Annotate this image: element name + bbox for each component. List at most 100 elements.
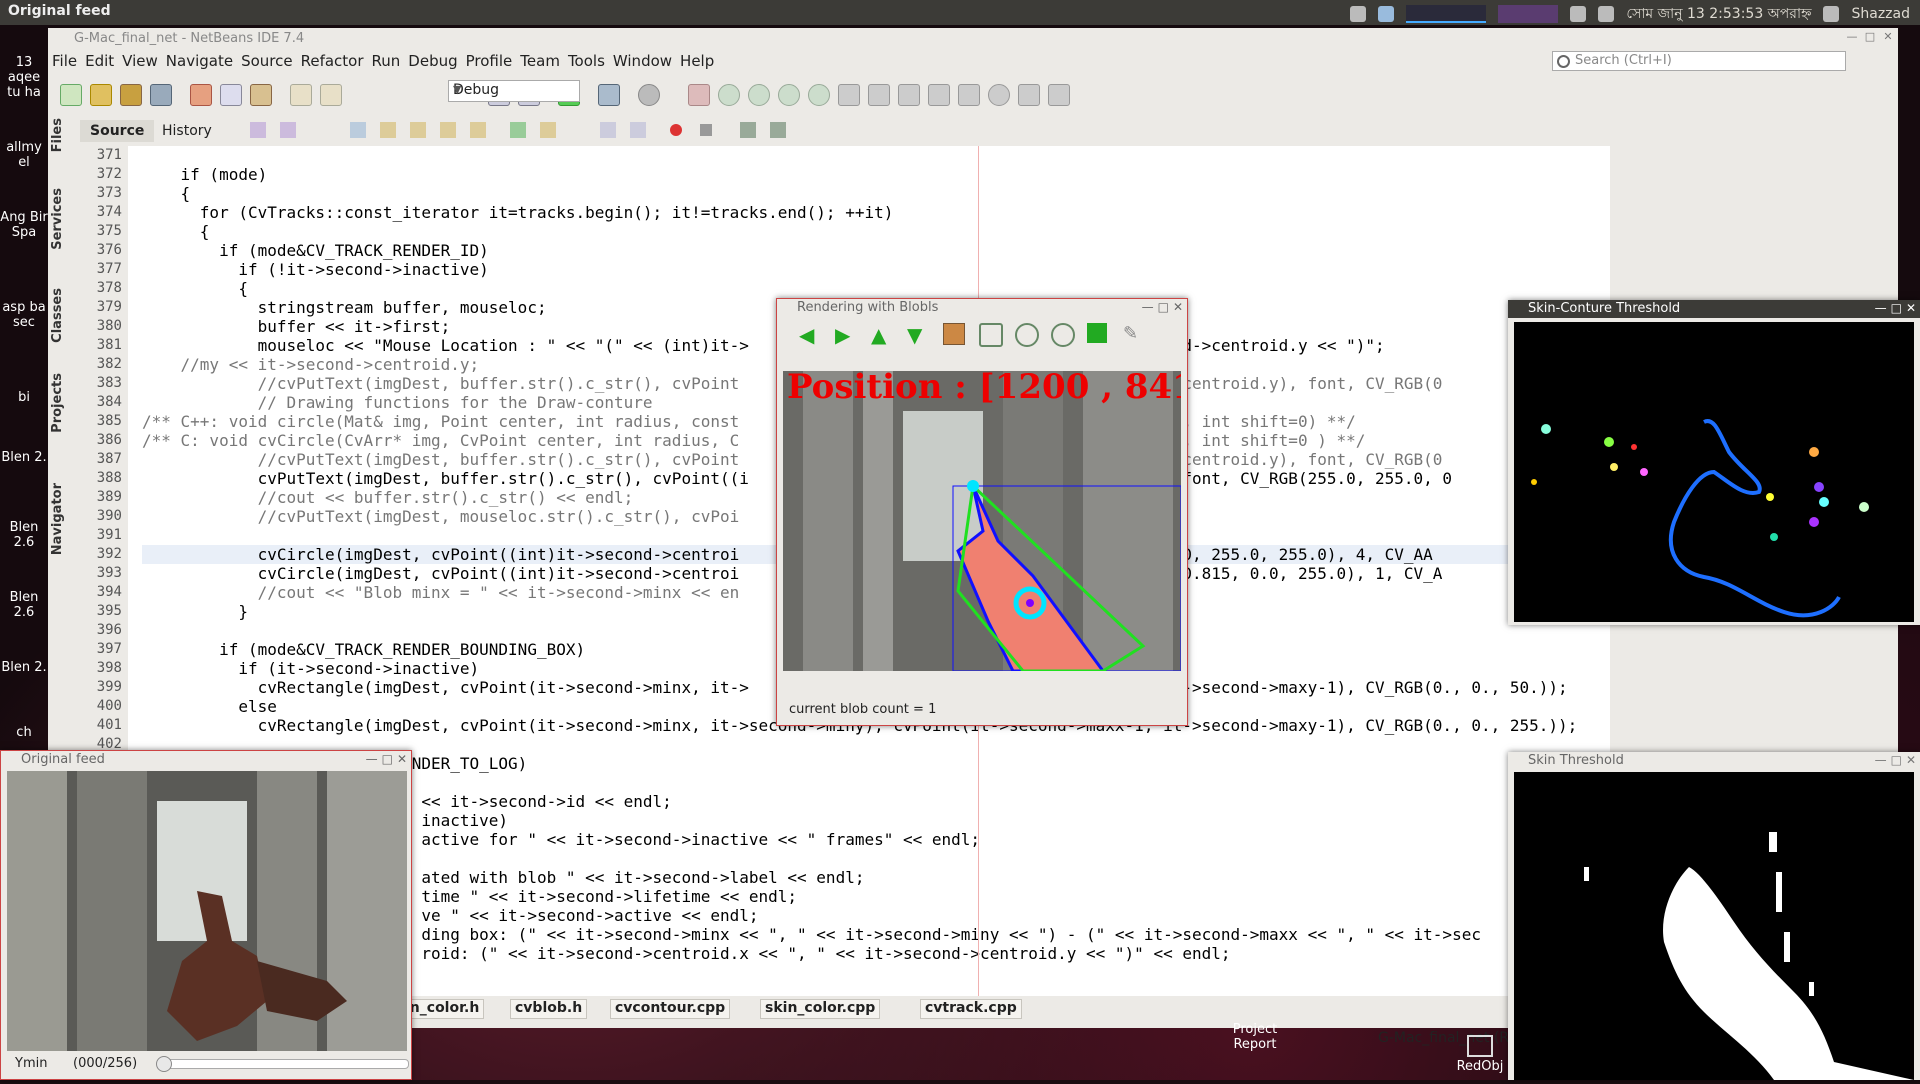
record-macro-icon[interactable] xyxy=(670,124,682,136)
tab-history[interactable]: History xyxy=(152,120,222,142)
redo-icon[interactable] xyxy=(320,84,342,106)
launcher-label[interactable]: Blen 2. xyxy=(0,660,48,675)
undo-icon[interactable] xyxy=(290,84,312,106)
toggle-bookmark-icon[interactable] xyxy=(470,122,486,138)
zoom-out-icon[interactable] xyxy=(1051,323,1075,347)
continue-icon[interactable] xyxy=(748,84,770,106)
render-titlebar[interactable]: Rendering with Blobls — □ ✕ xyxy=(777,299,1187,317)
maximize-icon[interactable]: □ xyxy=(1864,31,1876,43)
minimize-icon[interactable]: — xyxy=(366,752,378,766)
maximize-icon[interactable]: □ xyxy=(382,752,393,766)
code-line[interactable]: if (mode) xyxy=(142,165,1577,184)
menu-view[interactable]: View xyxy=(118,50,162,72)
step-out-icon[interactable] xyxy=(838,84,860,106)
desktop-item-redobj[interactable]: RedObj xyxy=(1450,1035,1510,1074)
user-name[interactable]: Shazzad xyxy=(1851,6,1910,22)
code-line[interactable]: { xyxy=(142,279,1577,298)
launcher-label[interactable]: allmy el xyxy=(0,140,48,170)
skin-contour-titlebar[interactable]: Skin-Conture Threshold — □ ✕ xyxy=(1508,300,1920,318)
minimize-icon[interactable]: — xyxy=(1142,300,1154,314)
stop-macro-icon[interactable] xyxy=(700,124,712,136)
arrow-right-icon[interactable]: ▶ xyxy=(835,323,855,347)
uncomment-icon[interactable] xyxy=(770,122,786,138)
save-icon[interactable] xyxy=(1087,323,1107,343)
slider-handle[interactable] xyxy=(156,1056,172,1072)
toggle-highlight-icon[interactable] xyxy=(440,122,456,138)
menu-refactor[interactable]: Refactor xyxy=(297,50,368,72)
shift-left-icon[interactable] xyxy=(600,122,616,138)
minimize-icon[interactable]: — xyxy=(1875,301,1887,315)
shift-right-icon[interactable] xyxy=(630,122,646,138)
maximize-icon[interactable]: □ xyxy=(1158,300,1169,314)
file-tab[interactable]: cvtrack.cpp xyxy=(920,999,1022,1019)
launcher-label[interactable]: 13 aqee tu ha xyxy=(0,55,48,100)
stop-icon[interactable] xyxy=(688,84,710,106)
run-to-cursor-icon[interactable] xyxy=(868,84,890,106)
launcher-label[interactable]: Ang Bir Spa xyxy=(0,210,48,240)
code-line[interactable]: if (!it->second->inactive) xyxy=(142,260,1577,279)
memory-graph-icon[interactable] xyxy=(1498,5,1559,23)
desktop-item-report[interactable]: Project Report xyxy=(1220,1022,1290,1052)
minimize-icon[interactable]: — xyxy=(1846,31,1858,43)
paste-icon[interactable] xyxy=(250,84,272,106)
minimize-icon[interactable]: — xyxy=(1875,753,1887,767)
find-icon[interactable] xyxy=(350,122,366,138)
launcher-label[interactable]: Blen 2.6 xyxy=(0,520,48,550)
close-icon[interactable]: ✕ xyxy=(1882,31,1894,43)
menu-help[interactable]: Help xyxy=(676,50,718,72)
launcher-label[interactable]: Blen 2. xyxy=(0,450,48,465)
file-tab[interactable]: cvblob.h xyxy=(510,999,588,1019)
user-icon[interactable] xyxy=(1823,6,1840,22)
apply-changes-icon[interactable] xyxy=(898,84,920,106)
search-input[interactable]: Search (Ctrl+I) xyxy=(1552,51,1846,71)
original-feed-titlebar[interactable]: Original feed — □ ✕ xyxy=(1,751,411,769)
profile-icon[interactable] xyxy=(638,84,660,106)
launcher-label[interactable]: bi xyxy=(0,390,48,405)
memory-icon[interactable] xyxy=(958,84,980,106)
new-project-icon[interactable] xyxy=(90,84,112,106)
menu-window[interactable]: Window xyxy=(609,50,676,72)
threads-icon[interactable] xyxy=(988,84,1010,106)
menu-source[interactable]: Source xyxy=(237,50,297,72)
menu-file[interactable]: File xyxy=(48,50,81,72)
sessions-icon[interactable] xyxy=(1018,84,1040,106)
step-into-icon[interactable] xyxy=(808,84,830,106)
clock[interactable]: সোম জানু 13 2:53:53 অপরাহ্ন xyxy=(1626,2,1811,26)
ymin-slider[interactable] xyxy=(156,1056,409,1072)
find-previous-icon[interactable] xyxy=(380,122,396,138)
comment-icon[interactable] xyxy=(740,122,756,138)
launcher-label[interactable]: asp ba sec xyxy=(0,300,48,330)
close-icon[interactable]: ✕ xyxy=(1906,301,1916,315)
code-line[interactable]: if (mode&CV_TRACK_RENDER_ID) xyxy=(142,241,1577,260)
file-tab[interactable]: skin_color.cpp xyxy=(760,999,881,1019)
menu-edit[interactable]: Edit xyxy=(81,50,118,72)
take-snapshot-icon[interactable] xyxy=(928,84,950,106)
maximize-icon[interactable]: □ xyxy=(1891,301,1902,315)
menu-team[interactable]: Team xyxy=(516,50,564,72)
launcher-label[interactable]: Blen 2.6 xyxy=(0,590,48,620)
file-tab[interactable]: cvcontour.cpp xyxy=(610,999,731,1019)
debug-run-icon[interactable] xyxy=(598,84,620,106)
open-project-icon[interactable] xyxy=(120,84,142,106)
volume-icon[interactable] xyxy=(1598,6,1615,22)
tab-navigator[interactable]: Navigator xyxy=(50,483,65,555)
tab-services[interactable]: Services xyxy=(50,188,65,250)
save-all-icon[interactable] xyxy=(150,84,172,106)
code-line[interactable]: { xyxy=(142,184,1577,203)
image-icon[interactable] xyxy=(943,323,965,345)
close-icon[interactable]: ✕ xyxy=(1173,300,1183,314)
tab-files[interactable]: Files xyxy=(50,118,65,152)
tab-classes[interactable]: Classes xyxy=(50,288,65,343)
menu-run[interactable]: Run xyxy=(368,50,405,72)
step-over-icon[interactable] xyxy=(778,84,800,106)
arrow-down-icon[interactable]: ▼ xyxy=(907,323,927,347)
code-line[interactable] xyxy=(142,146,1577,165)
copy-icon[interactable] xyxy=(220,84,242,106)
skin-threshold-titlebar[interactable]: Skin Threshold — □ ✕ xyxy=(1508,752,1920,770)
forward-icon[interactable] xyxy=(280,122,296,138)
new-file-icon[interactable] xyxy=(60,84,82,106)
keyboard-icon[interactable] xyxy=(1350,6,1367,22)
file-tab[interactable]: in_color.h xyxy=(400,999,485,1019)
maximize-icon[interactable]: □ xyxy=(1891,753,1902,767)
code-line[interactable]: { xyxy=(142,222,1577,241)
